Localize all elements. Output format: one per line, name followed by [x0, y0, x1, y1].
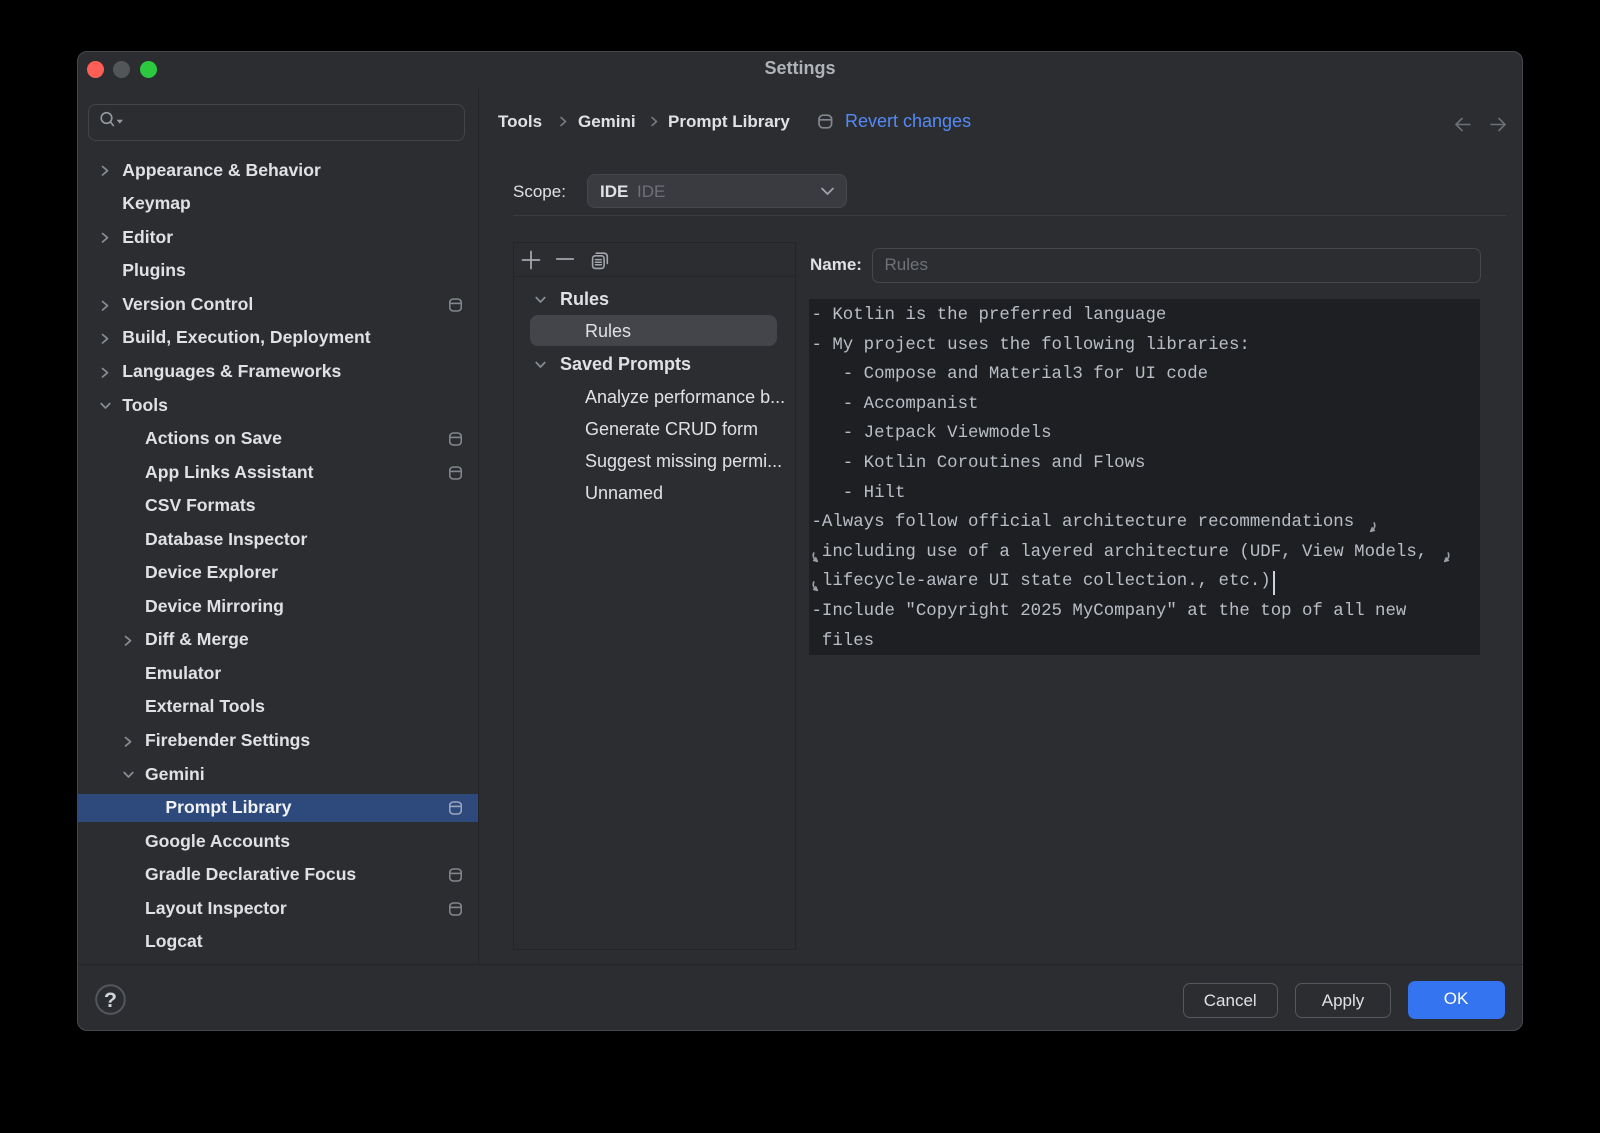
svg-text:?: ?: [104, 988, 117, 1012]
